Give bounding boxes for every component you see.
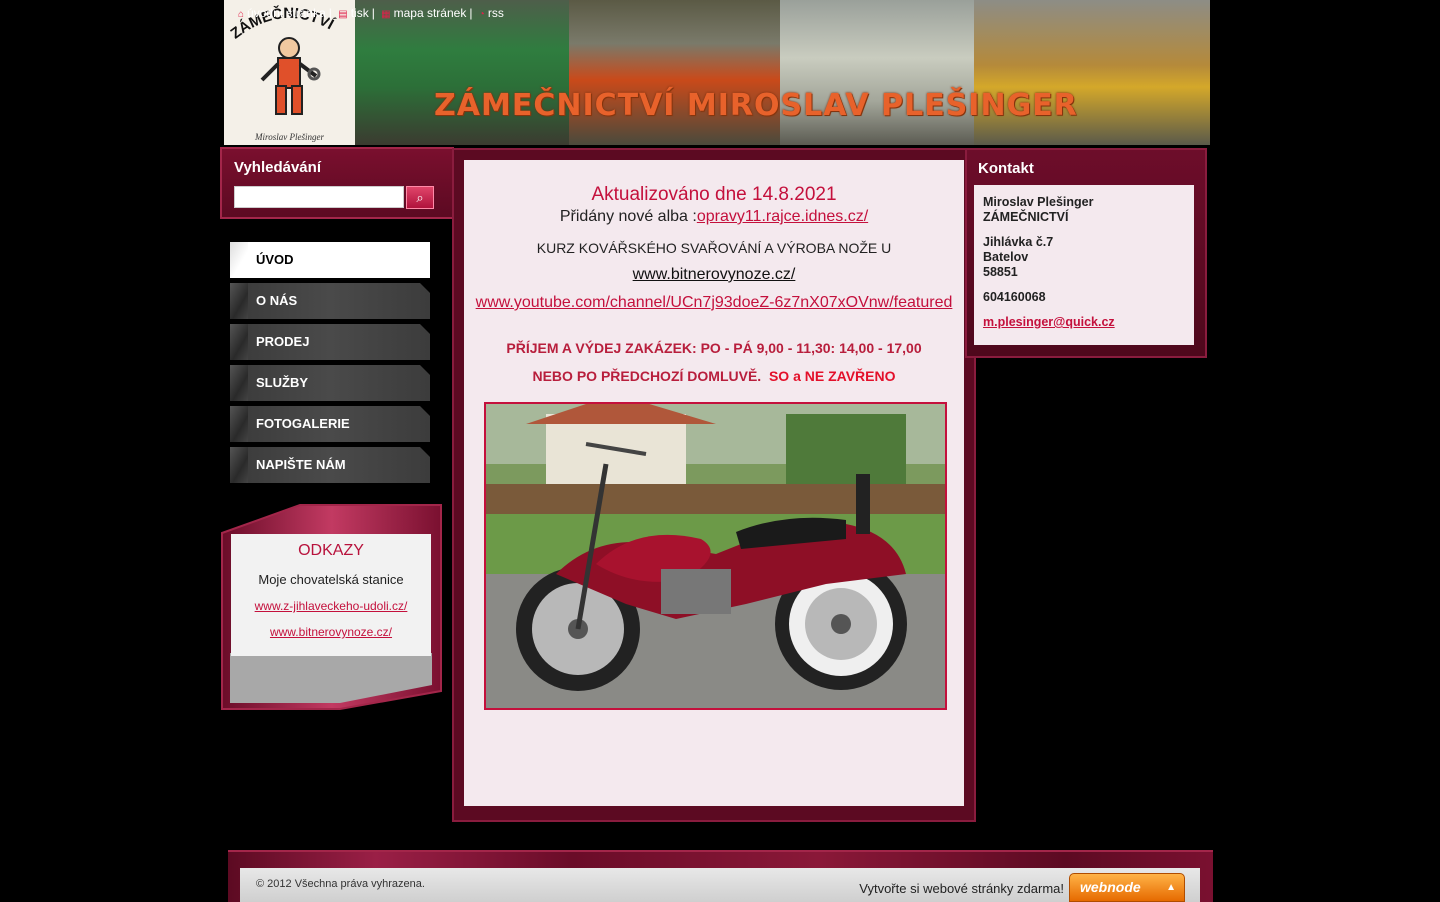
logo-image[interactable]: ZÁMEČNICTVÍ Miroslav Plešinger	[224, 0, 355, 145]
link-bitnerovynoze[interactable]: www.bitnerovynoze.cz/	[231, 625, 431, 639]
links-title: ODKAZY	[298, 542, 364, 559]
main-content: Aktualizováno dne 14.8.2021 Přidány nové…	[464, 160, 964, 806]
menu-item-fotogalerie[interactable]: FOTOGALERIE	[230, 406, 430, 442]
menu-item-uvod[interactable]: ÚVOD	[230, 242, 430, 278]
contact-phone: 604160068	[983, 290, 1046, 304]
menu-item-prodej[interactable]: PRODEJ	[230, 324, 430, 360]
contact-panel: Miroslav Plešinger ZÁMEČNICTVÍ Jihlávka č…	[974, 185, 1194, 345]
links-panel: ODKAZY Moje chovatelská stanice www.z-ji…	[220, 503, 442, 711]
arrow-up-icon: ▲	[1166, 882, 1176, 893]
search-button[interactable]: ⌕	[406, 186, 434, 209]
motorcycle-photo[interactable]	[484, 402, 947, 710]
new-albums-line: Přidány nové alba :opravy11.rajce.idnes.…	[559, 208, 869, 225]
search-panel: Vyhledávání ⌕	[220, 147, 454, 219]
footer-bar: © 2012 Všechna práva vyhrazena. Vytvořte…	[240, 868, 1200, 902]
youtube-link[interactable]: www.youtube.com/channel/UCn7j93doeZ-6z7n…	[476, 294, 953, 311]
webnode-button[interactable]: webnode ▲	[1069, 873, 1185, 902]
contact-street: Jihlávka č.7	[983, 235, 1054, 249]
print-icon: ▤	[338, 9, 348, 20]
home-link[interactable]: ⌂ úvodní stránka	[238, 6, 326, 20]
search-icon: ⌕	[416, 190, 424, 205]
rajce-album-link[interactable]: opravy11.rajce.idnes.cz/	[697, 208, 868, 225]
contact-company: ZÁMEČNICTVÍ	[983, 210, 1069, 224]
sitemap-link[interactable]: ▦ mapa stránek	[381, 6, 466, 20]
course-text: KURZ KOVÁŘSKÉHO SVAŘOVÁNÍ A VÝROBA NOŽE …	[536, 240, 892, 256]
contact-title: Kontakt	[978, 160, 1034, 177]
contact-city: Batelov	[983, 250, 1029, 264]
logo-caption: Miroslav Plešinger	[255, 132, 324, 142]
opening-note: NEBO PO PŘEDCHOZÍ DOMLUVĚ. SO a NE ZAVŘE…	[532, 368, 896, 384]
search-input[interactable]	[234, 186, 404, 208]
motorcycle-image	[486, 404, 945, 708]
opening-hours: PŘÍJEM A VÝDEJ ZAKÁZEK: PO - PÁ 9,00 - 1…	[506, 340, 922, 356]
menu-item-sluzby[interactable]: SLUŽBY	[230, 365, 430, 401]
link-z-jihlaveckeho-udoli[interactable]: www.z-jihlaveckeho-udoli.cz/	[231, 599, 431, 613]
links-content: ODKAZY Moje chovatelská stanice www.z-ji…	[231, 534, 431, 656]
rss-link[interactable]: ◔ rss	[479, 6, 504, 20]
site-footer: © 2012 Všechna práva vyhrazena. Vytvořte…	[228, 850, 1213, 902]
menu-item-o-nas[interactable]: O NÁS	[230, 283, 430, 319]
contact-email-link[interactable]: m.plesinger@quick.cz	[983, 315, 1115, 329]
contact-name: Miroslav Plešinger	[983, 195, 1094, 209]
search-title: Vyhledávání	[234, 159, 321, 176]
machine-photo	[780, 0, 974, 145]
links-text: Moje chovatelská stanice	[258, 572, 404, 587]
tractor-photo	[569, 0, 780, 145]
webnode-promo-text[interactable]: Vytvořte si webové stránky zdarma!	[859, 881, 1064, 896]
loader-photo	[974, 0, 1210, 145]
rss-icon: ◔	[478, 9, 485, 20]
youtube-line: www.youtube.com/channel/UCn7j93doeZ-6z7n…	[464, 294, 964, 312]
home-icon: ⌂	[238, 9, 245, 20]
contact-zip: 58851	[983, 265, 1018, 279]
updated-heading: Aktualizováno dne 14.8.2021	[591, 184, 837, 205]
lathe-photo	[355, 0, 569, 145]
site-title: ZÁMEČNICTVÍ MIROSLAV PLEŠINGER	[434, 88, 1078, 123]
main-menu: ÚVOD O NÁS PRODEJ SLUŽBY FOTOGALERIE NAP…	[230, 242, 430, 488]
top-links: ⌂ úvodní stránka | ▤ tisk | ▦ mapa stránek | ◔…	[238, 6, 504, 20]
menu-item-napiste-nam[interactable]: NAPIŠTE NÁM	[230, 447, 430, 483]
bitner-line: www.bitnerovynoze.cz/	[464, 266, 964, 284]
site-header: ZÁMEČNICTVÍ Miroslav Plešinger ZÁMEČNICT…	[224, 0, 1210, 145]
sitemap-icon: ▦	[381, 9, 391, 20]
weekend-closed: SO a NE ZAVŘENO	[768, 368, 896, 384]
bitnerovynoze-link[interactable]: www.bitnerovynoze.cz/	[633, 266, 796, 283]
copyright-text: © 2012 Všechna práva vyhrazena.	[256, 878, 425, 890]
print-link[interactable]: ▤ tisk	[338, 6, 368, 20]
